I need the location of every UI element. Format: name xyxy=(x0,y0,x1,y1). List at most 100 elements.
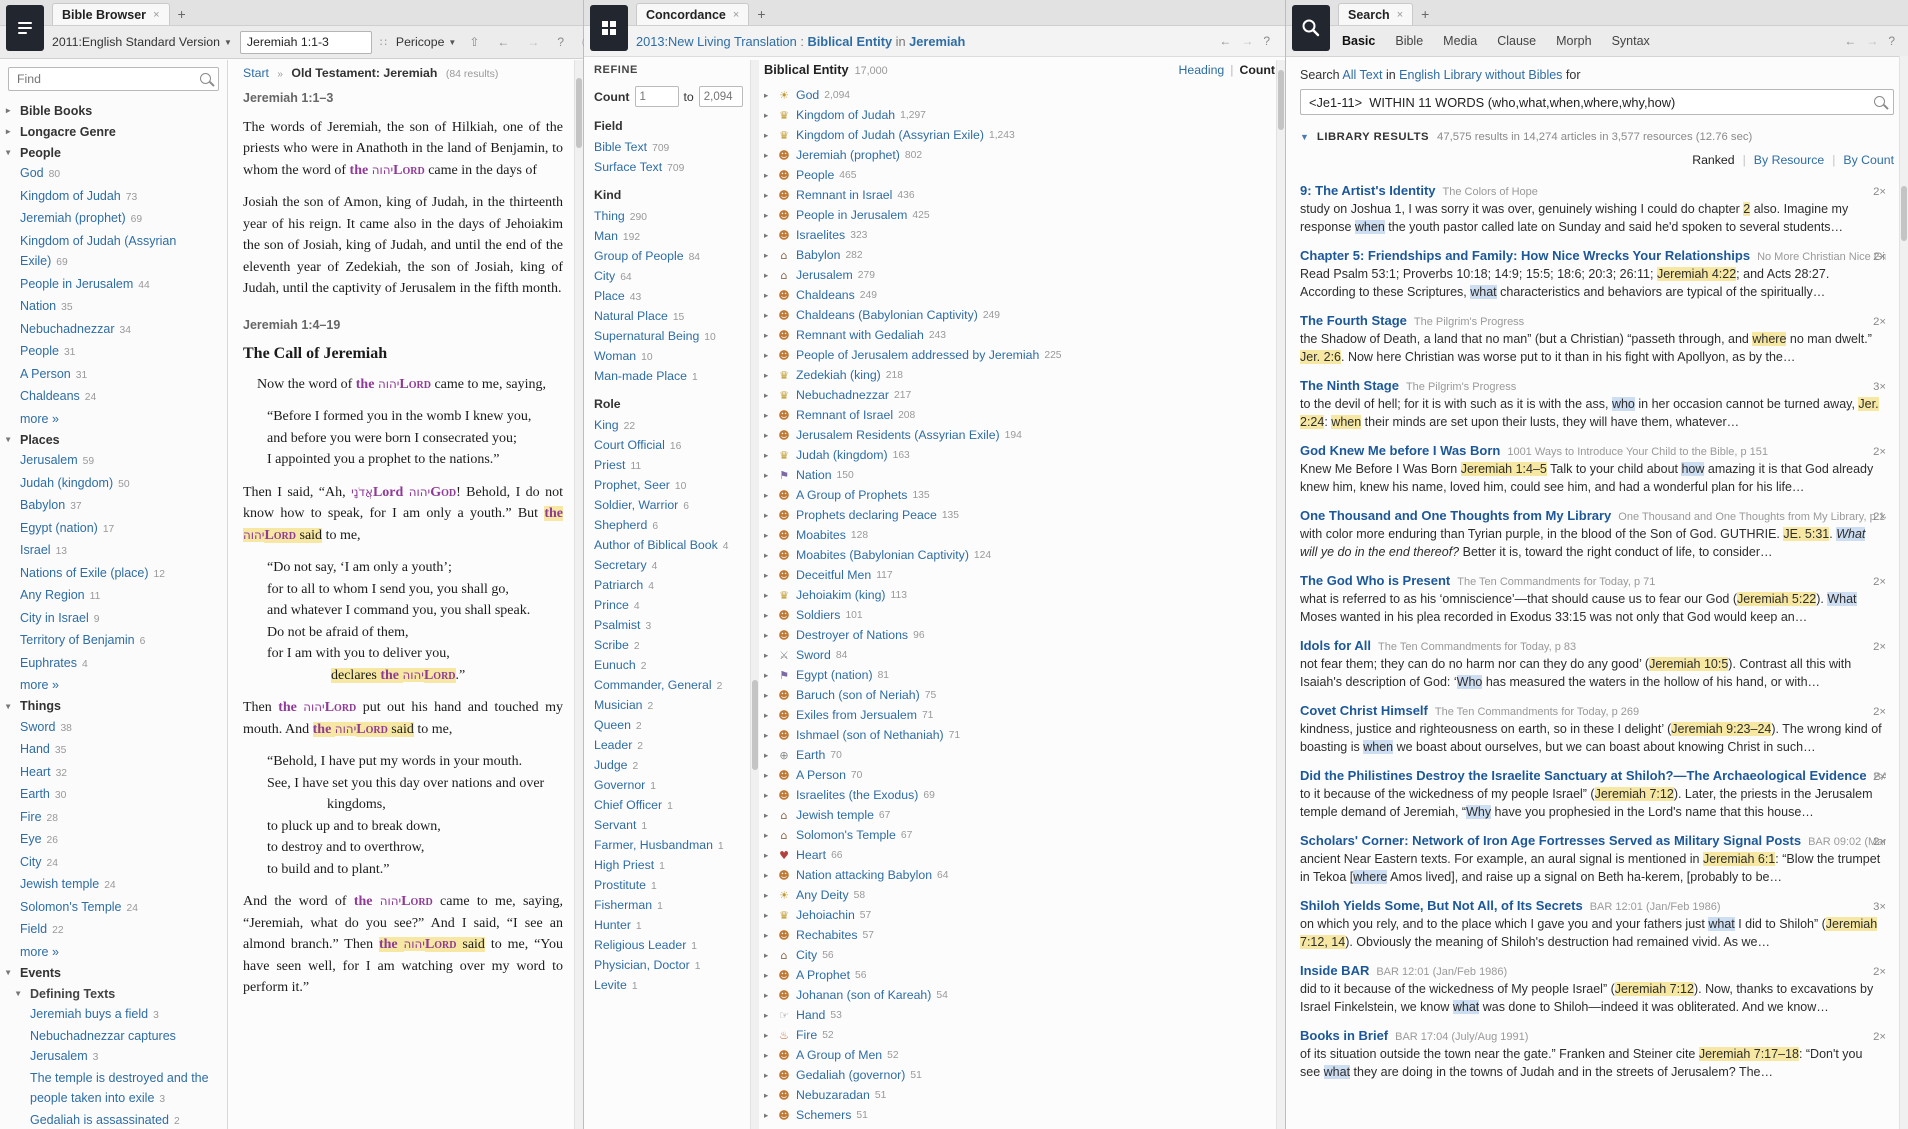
bible-browser-icon[interactable] xyxy=(6,5,44,51)
refine-item[interactable]: Physician, Doctor 1 xyxy=(594,956,746,976)
refine-item[interactable]: Servant 1 xyxy=(594,816,746,836)
entity-row[interactable]: ▸ ☻ Chaldeans 249 xyxy=(764,285,1275,305)
refine-item[interactable]: Soldier, Warrior 6 xyxy=(594,496,746,516)
refine-item[interactable]: Musician 2 xyxy=(594,696,746,716)
entity-row[interactable]: ▸ ☻ Israelites (the Exodus) 69 xyxy=(764,785,1275,805)
refine-item[interactable]: Hunter 1 xyxy=(594,916,746,936)
send-to-icon[interactable]: ⇧ xyxy=(464,35,484,49)
entity-row[interactable]: ▸ ♛ Judah (kingdom) 163 xyxy=(764,445,1275,465)
expand-icon[interactable]: ▸ xyxy=(764,170,772,181)
refine-item[interactable]: Prince 4 xyxy=(594,596,746,616)
expand-icon[interactable]: ▸ xyxy=(764,510,772,521)
expand-icon[interactable]: ▸ xyxy=(764,970,772,981)
entity-row[interactable]: ▸ ☻ Jerusalem Residents (Assyrian Exile) 19… xyxy=(764,425,1275,445)
entity-row[interactable]: ▸ ☻ A Prophet 56 xyxy=(764,965,1275,985)
scrollbar[interactable] xyxy=(574,60,583,1129)
expand-icon[interactable]: ▸ xyxy=(764,1110,772,1121)
result-title[interactable]: Idols for All xyxy=(1300,638,1371,653)
facet-item[interactable]: more » xyxy=(0,409,227,430)
entity-row[interactable]: ▸ ☻ Remnant with Gedaliah 243 xyxy=(764,325,1275,345)
result-title[interactable]: Did the Philistines Destroy the Israelit… xyxy=(1300,768,1867,783)
facet-item[interactable]: People 31 xyxy=(0,341,227,364)
expand-icon[interactable]: ▸ xyxy=(764,990,772,1001)
result-title[interactable]: Scholars' Corner: Network of Iron Age Fo… xyxy=(1300,833,1801,848)
refine-item[interactable]: Place 43 xyxy=(594,287,746,307)
refine-item[interactable]: Author of Biblical Book 4 xyxy=(594,536,746,556)
refine-item[interactable]: Group of People 84 xyxy=(594,247,746,267)
sort-ranked[interactable]: Ranked xyxy=(1692,153,1734,167)
search-result[interactable]: Did the Philistines Destroy the Israelit… xyxy=(1300,767,1886,821)
search-result[interactable]: The Ninth Stage The Pilgrim's Progress 3× t… xyxy=(1300,377,1886,431)
facet-item[interactable]: Hand 35 xyxy=(0,739,227,762)
chevron-icon[interactable]: ▾ xyxy=(6,147,15,158)
expand-icon[interactable]: ▸ xyxy=(764,930,772,941)
facet-item[interactable]: Kingdom of Judah 73 xyxy=(0,186,227,209)
entity-row[interactable]: ▸ ♨ Fire 52 xyxy=(764,1025,1275,1045)
entity-row[interactable]: ▸ ☻ Destroyer of Nations 96 xyxy=(764,625,1275,645)
expand-icon[interactable]: ▸ xyxy=(764,710,772,721)
sort-by-heading[interactable]: Heading xyxy=(1178,63,1224,77)
scrollbar[interactable] xyxy=(1899,56,1908,1129)
chevron-icon[interactable]: ▾ xyxy=(6,967,15,978)
entity-row[interactable]: ▸ ☻ Moabites (Babylonian Captivity) 124 xyxy=(764,545,1275,565)
expand-icon[interactable]: ▸ xyxy=(764,810,772,821)
back-icon[interactable]: ← xyxy=(1839,34,1861,48)
search-mode-media[interactable]: Media xyxy=(1443,34,1477,48)
refine-item[interactable]: Psalmist 3 xyxy=(594,616,746,636)
concordance-icon[interactable] xyxy=(590,5,628,51)
result-title[interactable]: Chapter 5: Friendships and Family: How N… xyxy=(1300,248,1750,263)
entity-row[interactable]: ▸ ♛ Kingdom of Judah 1,297 xyxy=(764,105,1275,125)
expand-icon[interactable]: ▸ xyxy=(764,1070,772,1081)
entity-row[interactable]: ▸ ♛ Jehoiakim (king) 113 xyxy=(764,585,1275,605)
entity-row[interactable]: ▸ ☻ Gedaliah (governor) 51 xyxy=(764,1065,1275,1085)
facet-item[interactable]: Jewish temple 24 xyxy=(0,874,227,897)
help-icon[interactable]: ? xyxy=(1258,34,1275,48)
collapse-icon[interactable]: ▼ xyxy=(1300,132,1309,142)
facet-item[interactable]: Nebuchadnezzar 34 xyxy=(0,319,227,342)
close-icon[interactable]: × xyxy=(733,9,739,21)
expand-icon[interactable]: ▸ xyxy=(764,330,772,341)
search-result[interactable]: Shiloh Yields Some, But Not All, of Its … xyxy=(1300,897,1886,951)
expand-icon[interactable]: ▸ xyxy=(764,730,772,741)
expand-icon[interactable]: ▸ xyxy=(764,250,772,261)
expand-icon[interactable]: ▸ xyxy=(764,650,772,661)
facet-section[interactable]: ▾ Things xyxy=(0,696,227,717)
search-icon[interactable] xyxy=(1874,96,1885,107)
facet-item[interactable]: Fire 28 xyxy=(0,807,227,830)
sort-by-resource[interactable]: By Resource xyxy=(1754,153,1824,167)
search-result[interactable]: Chapter 5: Friendships and Family: How N… xyxy=(1300,247,1886,301)
search-result[interactable]: The Fourth Stage The Pilgrim's Progress 2×… xyxy=(1300,312,1886,366)
entity-row[interactable]: ▸ ♛ Nebuchadnezzar 217 xyxy=(764,385,1275,405)
facet-item[interactable]: more » xyxy=(0,942,227,963)
result-title[interactable]: Covet Christ Himself xyxy=(1300,703,1428,718)
search-result[interactable]: Covet Christ Himself The Ten Commandments… xyxy=(1300,702,1886,756)
refine-item[interactable]: Surface Text 709 xyxy=(594,158,746,178)
search-result[interactable]: Inside BAR BAR 12:01 (Jan/Feb 1986) 2× did … xyxy=(1300,962,1886,1016)
expand-icon[interactable]: ▸ xyxy=(764,670,772,681)
facet-section[interactable]: ▾ Events xyxy=(0,962,227,983)
find-input[interactable] xyxy=(8,67,219,91)
entity-row[interactable]: ▸ ⊕ Earth 70 xyxy=(764,745,1275,765)
facet-item[interactable]: Nations of Exile (place) 12 xyxy=(0,563,227,586)
expand-icon[interactable]: ▸ xyxy=(764,750,772,761)
chevron-icon[interactable]: ▾ xyxy=(6,434,15,445)
expand-icon[interactable]: ▸ xyxy=(764,910,772,921)
result-title[interactable]: Shiloh Yields Some, But Not All, of Its … xyxy=(1300,898,1583,913)
entity-row[interactable]: ▸ ☻ Chaldeans (Babylonian Captivity) 249 xyxy=(764,305,1275,325)
entity-row[interactable]: ▸ ☻ Prophets declaring Peace 135 xyxy=(764,505,1275,525)
concordance-title[interactable]: 2013:New Living Translation : Biblical E… xyxy=(636,34,965,49)
entity-row[interactable]: ▸ ⌂ Jewish temple 67 xyxy=(764,805,1275,825)
entity-row[interactable]: ▸ ☻ A Group of Prophets 135 xyxy=(764,485,1275,505)
help-icon[interactable]: ? xyxy=(1883,34,1900,48)
expand-icon[interactable]: ▸ xyxy=(764,390,772,401)
expand-icon[interactable]: ▸ xyxy=(764,850,772,861)
sort-by-count[interactable]: By Count xyxy=(1843,153,1894,167)
new-tab-button[interactable]: + xyxy=(170,6,194,25)
facet-subgroup[interactable]: ▾ Defining Texts xyxy=(0,983,227,1004)
expand-icon[interactable]: ▸ xyxy=(764,550,772,561)
expand-icon[interactable]: ▸ xyxy=(764,1090,772,1101)
search-mode-bible[interactable]: Bible xyxy=(1395,34,1423,48)
scrollbar[interactable] xyxy=(1276,60,1285,1129)
refine-item[interactable]: Woman 10 xyxy=(594,347,746,367)
refine-item[interactable]: Shepherd 6 xyxy=(594,516,746,536)
